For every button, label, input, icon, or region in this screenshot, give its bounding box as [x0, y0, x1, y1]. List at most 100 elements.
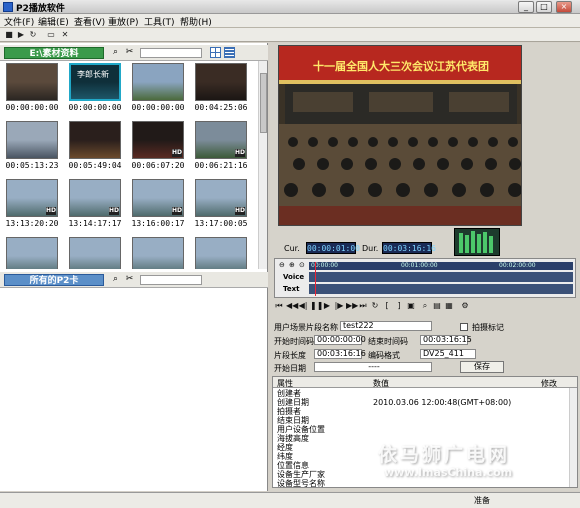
- timeline-ruler[interactable]: 00:00:00 00:01:00:00 00:02:00:00: [309, 262, 573, 270]
- go-end-icon[interactable]: ⏭: [358, 301, 368, 311]
- menu-file[interactable]: 文件(F): [4, 15, 34, 28]
- clip-thumbnail[interactable]: 李郎长新: [69, 63, 121, 101]
- clip-timecode: 13:17:00:05: [194, 219, 248, 228]
- window-title: P2播放软件: [16, 4, 65, 14]
- table-row[interactable]: 用户设备位置: [275, 425, 575, 434]
- menu-edit[interactable]: 编辑(E): [38, 15, 69, 28]
- clip-thumbnail[interactable]: [195, 237, 247, 269]
- folder-tab[interactable]: E:\素材资料: [4, 47, 104, 59]
- table-row[interactable]: 拍摄者: [275, 407, 575, 416]
- zoom-out-icon[interactable]: ⊖: [279, 261, 285, 269]
- clip-thumbnail[interactable]: HD: [195, 179, 247, 217]
- tools-icon[interactable]: ✂: [124, 274, 135, 285]
- step-back-icon[interactable]: ◀|: [298, 301, 308, 311]
- col-attribute[interactable]: 属性: [277, 378, 293, 389]
- clip-thumbnail[interactable]: [69, 121, 121, 159]
- clip-name-input[interactable]: test222: [340, 321, 432, 331]
- close-button[interactable]: ×: [556, 1, 572, 13]
- save-button[interactable]: 保存: [460, 361, 504, 373]
- menu-view[interactable]: 查看(V): [74, 15, 105, 28]
- clip-timecode: 00:05:13:23: [5, 161, 59, 170]
- mark-in-icon[interactable]: [: [382, 301, 392, 311]
- search-icon[interactable]: ⌕: [110, 47, 121, 58]
- voice-track[interactable]: [309, 272, 573, 282]
- snapshot-icon[interactable]: ▣: [406, 301, 416, 311]
- clip-thumbnail[interactable]: [6, 63, 58, 101]
- p2-card-tab[interactable]: 所有的P2卡: [4, 274, 104, 286]
- table-row[interactable]: 位置信息: [275, 461, 575, 470]
- clip-timecode: 13:13:20:20: [5, 219, 59, 228]
- path-field[interactable]: [140, 48, 202, 58]
- mark-out-icon[interactable]: ]: [394, 301, 404, 311]
- table-row[interactable]: 创建者: [275, 389, 575, 398]
- table-row[interactable]: 创建日期 2010.03.06 12:00:48(GMT+08:00): [275, 398, 575, 407]
- table-row[interactable]: 结束日期: [275, 416, 575, 425]
- tools-icon[interactable]: ✂: [124, 47, 135, 58]
- monitor-icon[interactable]: ▭: [46, 30, 56, 40]
- rewind-icon[interactable]: ◀◀: [286, 301, 298, 311]
- play-icon[interactable]: ▶: [16, 30, 26, 40]
- browser-scrollbar[interactable]: [258, 61, 267, 269]
- go-start-icon[interactable]: ⏮: [274, 301, 284, 311]
- clip-timecode: 00:06:21:16: [194, 161, 248, 170]
- p2-card-list[interactable]: [0, 289, 267, 491]
- pause-icon[interactable]: ❚❚: [310, 301, 323, 311]
- clip-thumbnail[interactable]: HD: [132, 179, 184, 217]
- clip-thumbnail[interactable]: [6, 237, 58, 269]
- maximize-button[interactable]: □: [536, 1, 552, 13]
- list-view-icon[interactable]: [224, 47, 235, 58]
- audio-meter: [454, 228, 500, 256]
- clip-thumbnail[interactable]: [6, 121, 58, 159]
- frame-grab-icon[interactable]: ▤: [432, 301, 442, 311]
- clip-thumbnail[interactable]: HD: [132, 121, 184, 159]
- clip-browser: E:\素材资料 ⌕ ✂ 00:00:00:00 李郎长新 00:00:00:00 00…: [0, 43, 268, 491]
- start-date-label: 开始日期: [274, 364, 306, 373]
- zoom-in-icon[interactable]: ⊕: [289, 261, 295, 269]
- table-row[interactable]: 设备型号名称: [275, 479, 575, 488]
- col-modify[interactable]: 修改: [541, 378, 557, 389]
- menu-tools[interactable]: 工具(T): [144, 15, 175, 28]
- end-tc-input[interactable]: 00:03:16:15: [420, 335, 472, 345]
- export-icon[interactable]: ▦: [444, 301, 454, 311]
- table-row[interactable]: 海拔高度: [275, 434, 575, 443]
- delete-icon[interactable]: ✕: [60, 30, 70, 40]
- settings-icon[interactable]: ⚙: [460, 301, 470, 311]
- text-track[interactable]: [309, 284, 573, 294]
- table-row[interactable]: 纬度: [275, 452, 575, 461]
- shot-mark-checkbox[interactable]: [460, 323, 468, 331]
- property-name: 创建日期: [277, 398, 309, 407]
- grid-view-icon[interactable]: [210, 47, 221, 58]
- menu-playback[interactable]: 重放(P): [108, 15, 138, 28]
- menu-help[interactable]: 帮助(H): [180, 15, 212, 28]
- fast-forward-icon[interactable]: ▶▶: [346, 301, 358, 311]
- card-path-field[interactable]: [140, 275, 202, 285]
- step-forward-icon[interactable]: |▶: [334, 301, 344, 311]
- preview-pane: 十一届全国人大三次会议江苏代表团 Cur. 00:00:01:00 Dur. 0…: [270, 43, 580, 491]
- timeline[interactable]: ⊖ ⊕ ⊙ 00:00:00 00:01:00:00 00:02:00:00 V…: [274, 258, 576, 298]
- hd-badge: HD: [235, 149, 246, 157]
- property-name: 设备生产厂家: [277, 470, 325, 479]
- clip-thumbnail[interactable]: [132, 237, 184, 269]
- clip-thumbnail[interactable]: HD: [69, 179, 121, 217]
- cur-label: Cur.: [284, 244, 300, 253]
- loop-icon[interactable]: ↻: [370, 301, 380, 311]
- stop-icon[interactable]: ■: [4, 30, 14, 40]
- zoom-fit-icon[interactable]: ⊙: [299, 261, 305, 269]
- table-row[interactable]: 经度: [275, 443, 575, 452]
- clip-thumbnail[interactable]: [132, 63, 184, 101]
- col-value[interactable]: 数值: [373, 378, 389, 389]
- zoom-icon[interactable]: ⌕: [420, 301, 430, 311]
- loop-icon[interactable]: ↻: [28, 30, 38, 40]
- clip-thumbnail[interactable]: HD: [6, 179, 58, 217]
- start-tc-input[interactable]: 00:00:00:00: [314, 335, 366, 345]
- property-name: 设备型号名称: [277, 479, 325, 488]
- clip-thumbnail[interactable]: HD: [195, 121, 247, 159]
- table-row[interactable]: 设备生产厂家: [275, 470, 575, 479]
- clip-thumbnail[interactable]: [69, 237, 121, 269]
- table-scrollbar[interactable]: [569, 388, 577, 487]
- minimize-button[interactable]: _: [518, 1, 534, 13]
- play-icon[interactable]: ▶: [322, 301, 332, 311]
- clip-thumbnail[interactable]: [195, 63, 247, 101]
- search-icon[interactable]: ⌕: [110, 274, 121, 285]
- playhead[interactable]: [315, 262, 316, 296]
